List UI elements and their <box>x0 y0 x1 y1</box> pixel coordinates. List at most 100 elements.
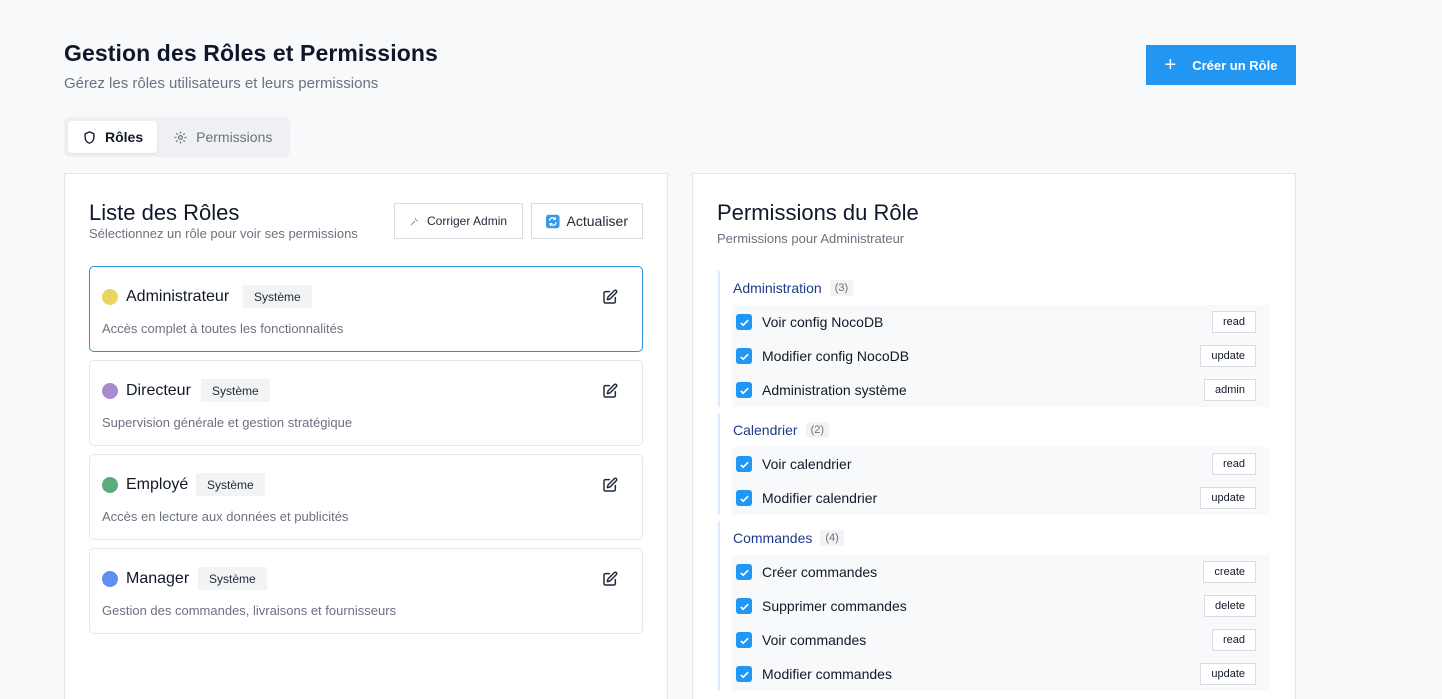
check-icon <box>739 569 749 576</box>
permission-action-badge: create <box>1203 561 1256 583</box>
create-role-button[interactable]: + Créer un Rôle <box>1146 45 1296 85</box>
permission-group-header: Administration (3) <box>720 271 1270 305</box>
permission-group-header: Calendrier (2) <box>720 413 1270 447</box>
check-icon <box>739 387 749 394</box>
permission-group-count: (4) <box>820 530 844 546</box>
permission-action-badge: read <box>1211 453 1256 475</box>
role-name: Administrateur <box>126 288 230 305</box>
system-badge: Système <box>243 285 312 308</box>
permission-action-badge: delete <box>1204 595 1256 617</box>
refresh-button[interactable]: Actualiser <box>531 203 643 239</box>
permission-group: Calendrier (2) Voir calendrier read Modifier… <box>718 413 1270 515</box>
permission-row: Voir commandes read <box>732 623 1270 657</box>
permission-checkbox[interactable] <box>736 666 752 682</box>
role-color-dot <box>102 571 118 587</box>
role-card[interactable]: Administrateur Système Accès complet à tou… <box>89 266 643 352</box>
permission-action-badge: read <box>1211 311 1256 333</box>
permission-row: Modifier config NocoDB update <box>732 339 1270 373</box>
role-color-dot <box>102 383 118 399</box>
shield-icon <box>84 130 95 144</box>
permission-action-badge: update <box>1200 487 1256 509</box>
role-permissions-title: Permissions du Rôle <box>717 200 919 225</box>
role-card[interactable]: Employé Système Accès en lecture aux donné… <box>89 454 643 540</box>
check-icon <box>739 495 749 502</box>
system-badge: Système <box>196 473 265 496</box>
tab-roles[interactable]: Rôles <box>68 121 158 153</box>
role-description: Gestion des commandes, livraisons et fou… <box>102 603 397 618</box>
plus-icon: + <box>1164 54 1177 76</box>
roles-list-card: Liste des Rôles Sélectionnez un rôle pou… <box>64 173 668 699</box>
role-card[interactable]: Manager Système Gestion des commandes, liv… <box>89 548 643 634</box>
permission-label: Voir calendrier <box>762 456 852 472</box>
permission-row: Modifier calendrier update <box>732 481 1270 515</box>
role-name: Manager <box>126 570 190 587</box>
role-name: Directeur <box>126 382 191 399</box>
role-permissions-subtitle: Permissions pour Administrateur <box>717 231 905 246</box>
permission-checkbox[interactable] <box>736 490 752 506</box>
permission-action-badge: update <box>1200 345 1256 367</box>
gear-icon <box>174 131 187 143</box>
permission-group-name: Commandes <box>733 530 813 546</box>
permission-checkbox[interactable] <box>736 456 752 472</box>
permission-checkbox[interactable] <box>736 598 752 614</box>
check-icon <box>739 671 749 678</box>
permission-checkbox[interactable] <box>736 564 752 580</box>
role-color-dot <box>102 477 118 493</box>
permission-checkbox[interactable] <box>736 314 752 330</box>
permission-action-badge: admin <box>1204 379 1256 401</box>
fix-admin-button[interactable]: Corriger Admin <box>394 203 523 239</box>
permission-group: Commandes (4) Créer commandes create Supprim… <box>718 521 1270 691</box>
permission-checkbox[interactable] <box>736 348 752 364</box>
tab-permissions-label: Permissions <box>196 129 273 145</box>
tab-roles-label: Rôles <box>105 129 144 145</box>
permission-label: Modifier commandes <box>762 666 892 682</box>
permission-row: Modifier commandes update <box>732 657 1270 691</box>
permission-group: Administration (3) Voir config NocoDB read M… <box>718 271 1270 407</box>
edit-icon[interactable] <box>602 477 618 493</box>
permission-checkbox[interactable] <box>736 632 752 648</box>
edit-icon[interactable] <box>602 383 618 399</box>
permission-label: Modifier calendrier <box>762 490 878 506</box>
permission-label: Voir config NocoDB <box>762 314 884 330</box>
system-badge: Système <box>198 567 267 590</box>
permission-label: Modifier config NocoDB <box>762 348 910 364</box>
permission-checkbox[interactable] <box>736 382 752 398</box>
permission-group-count: (3) <box>829 280 854 296</box>
permission-row: Administration système admin <box>732 373 1270 407</box>
permission-action-badge: update <box>1200 663 1256 685</box>
role-name: Employé <box>126 476 189 493</box>
role-description: Accès complet à toutes les fonctionnalit… <box>102 321 344 336</box>
tab-bar: Rôles Permissions <box>64 117 291 157</box>
check-icon <box>739 461 749 468</box>
role-card[interactable]: Directeur Système Supervision générale et … <box>89 360 643 446</box>
page-subtitle: Gérez les rôles utilisateurs et leurs pe… <box>64 75 379 92</box>
edit-icon[interactable] <box>602 571 618 587</box>
system-badge: Système <box>201 379 270 402</box>
refresh-icon <box>546 214 560 228</box>
wrench-icon <box>410 217 419 226</box>
create-role-label: Créer un Rôle <box>1192 57 1278 73</box>
permission-row: Créer commandes create <box>732 555 1270 589</box>
page-header: Gestion des Rôles et Permissions Gérez l… <box>64 40 438 92</box>
fix-admin-label: Corriger Admin <box>427 214 508 228</box>
permission-row: Voir config NocoDB read <box>732 305 1270 339</box>
page-title: Gestion des Rôles et Permissions <box>64 40 438 66</box>
role-color-dot <box>102 289 118 305</box>
roles-list-subtitle: Sélectionnez un rôle pour voir ses permi… <box>89 226 358 241</box>
edit-icon[interactable] <box>602 289 618 305</box>
role-permissions-card: Permissions du Rôle Permissions pour Adm… <box>692 173 1296 699</box>
check-icon <box>739 319 749 326</box>
permission-group-count: (2) <box>805 422 830 438</box>
check-icon <box>739 637 749 644</box>
refresh-label: Actualiser <box>566 213 628 229</box>
permission-group-name: Calendrier <box>733 422 798 438</box>
roles-list-title: Liste des Rôles <box>89 200 240 225</box>
permission-label: Voir commandes <box>762 632 867 648</box>
tab-permissions[interactable]: Permissions <box>159 121 286 153</box>
role-description: Supervision générale et gestion stratégi… <box>102 415 353 430</box>
permission-label: Administration système <box>762 382 907 398</box>
permission-label: Créer commandes <box>762 564 878 580</box>
permission-row: Supprimer commandes delete <box>732 589 1270 623</box>
permission-row: Voir calendrier read <box>732 447 1270 481</box>
permission-label: Supprimer commandes <box>762 598 907 614</box>
